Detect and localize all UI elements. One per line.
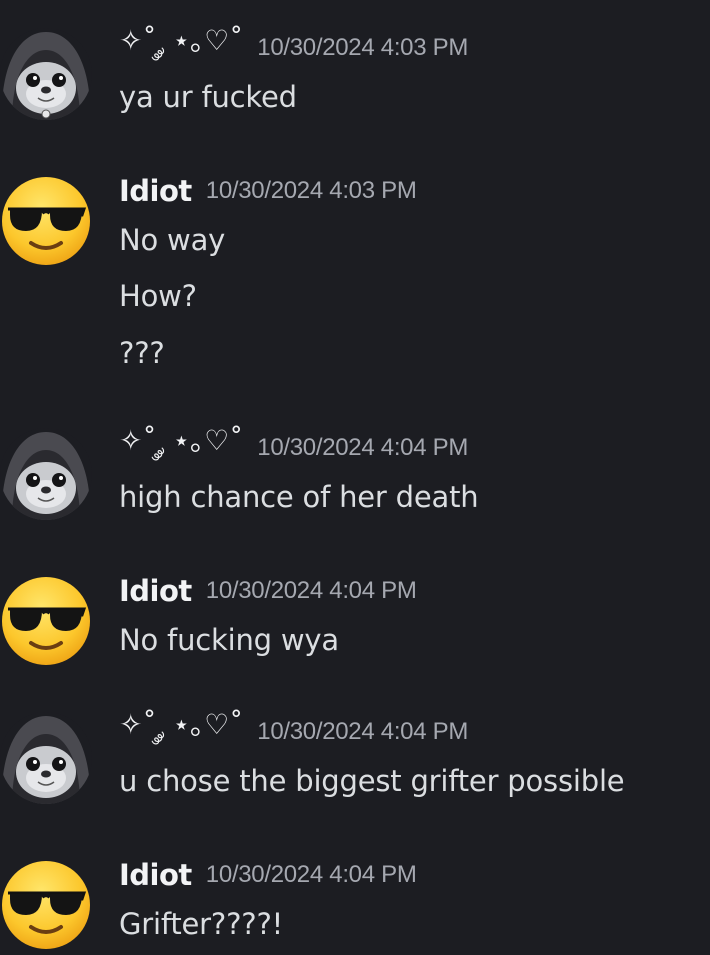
message-text: Grifter????!: [119, 907, 284, 941]
sunglasses-emoji-avatar[interactable]: [0, 859, 92, 951]
message-header: Idiot 10/30/2024 4:04 PM: [119, 571, 417, 611]
username[interactable]: ✧˚ ༘ ⋆｡♡˚: [119, 409, 243, 488]
timestamp: 10/30/2024 4:03 PM: [205, 177, 417, 204]
username[interactable]: ✧˚ ༘ ⋆｡♡˚: [119, 693, 243, 772]
sunglasses-emoji-icon: [2, 577, 90, 665]
sunglasses-emoji-avatar[interactable]: [0, 575, 92, 667]
sunglasses-emoji-avatar[interactable]: [0, 175, 92, 267]
message-header: Idiot 10/30/2024 4:04 PM: [119, 855, 417, 895]
seal-hood-avatar[interactable]: [0, 428, 92, 520]
username[interactable]: ✧˚ ༘ ⋆｡♡˚: [119, 9, 243, 88]
timestamp: 10/30/2024 4:03 PM: [257, 34, 469, 61]
seal-hood-avatar[interactable]: [0, 28, 92, 120]
message-text: No fucking wya: [119, 623, 339, 657]
message-text: How?: [119, 279, 197, 313]
seal-hood-icon: [0, 428, 92, 520]
seal-hood-icon: [0, 28, 92, 120]
timestamp: 10/30/2024 4:04 PM: [205, 577, 417, 604]
username[interactable]: Idiot: [119, 174, 192, 208]
message-header: ✧˚ ༘ ⋆｡♡˚ 10/30/2024 4:04 PM: [119, 424, 469, 468]
username[interactable]: Idiot: [119, 574, 192, 608]
sunglasses-emoji-icon: [2, 177, 90, 265]
message-text: u chose the biggest grifter possible: [119, 764, 625, 798]
timestamp: 10/30/2024 4:04 PM: [257, 434, 469, 461]
message-text: ya ur fucked: [119, 80, 297, 114]
message-header: ✧˚ ༘ ⋆｡♡˚ 10/30/2024 4:04 PM: [119, 708, 469, 752]
message-header: Idiot 10/30/2024 4:03 PM: [119, 171, 417, 211]
username[interactable]: Idiot: [119, 858, 192, 892]
seal-hood-avatar[interactable]: [0, 712, 92, 804]
timestamp: 10/30/2024 4:04 PM: [205, 861, 417, 888]
message-text: high chance of her death: [119, 480, 479, 514]
seal-hood-icon: [0, 712, 92, 804]
message-text: No way: [119, 223, 226, 257]
timestamp: 10/30/2024 4:04 PM: [257, 718, 469, 745]
message-header: ✧˚ ༘ ⋆｡♡˚ 10/30/2024 4:03 PM: [119, 24, 469, 68]
message-text: ???: [119, 336, 165, 370]
sunglasses-emoji-icon: [2, 861, 90, 949]
